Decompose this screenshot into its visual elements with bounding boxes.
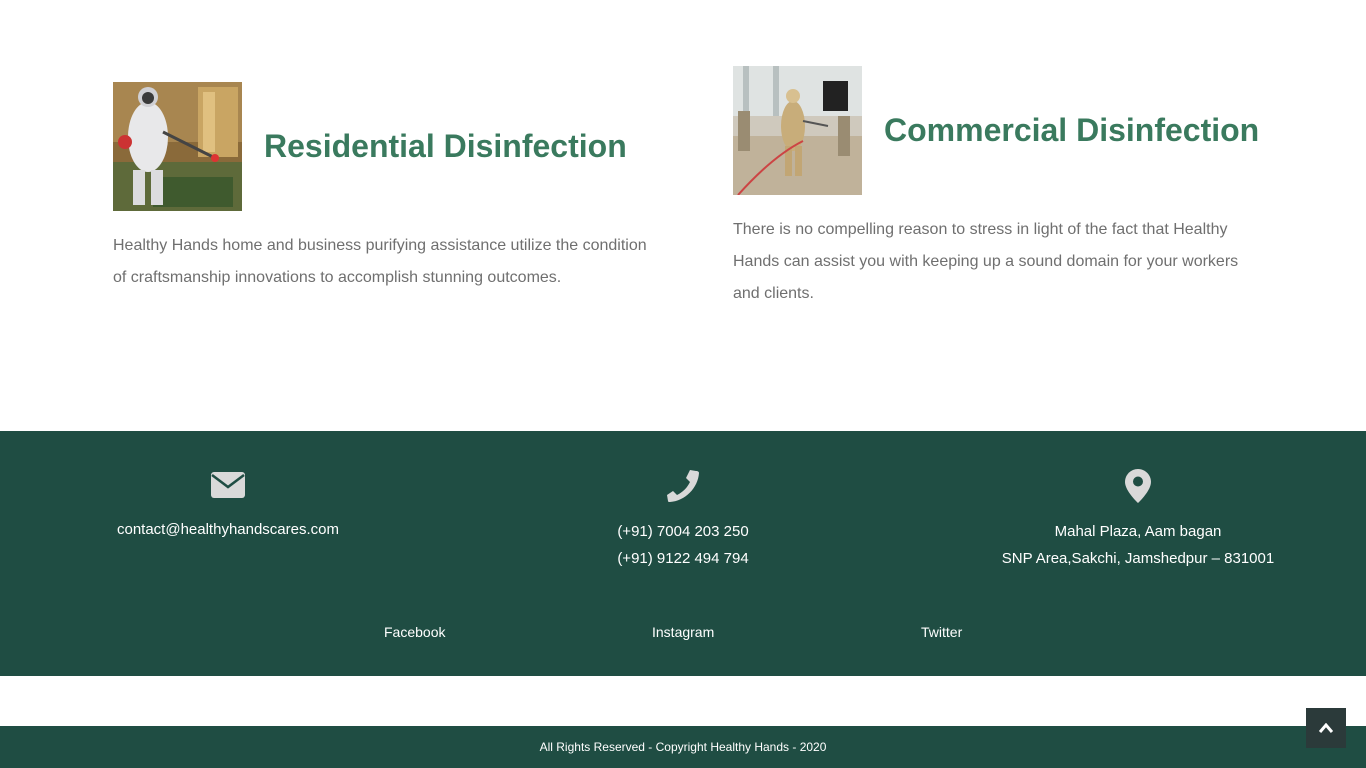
scroll-to-top-button[interactable]: [1306, 708, 1346, 748]
service-commercial: Commercial Disinfection There is no comp…: [733, 66, 1273, 316]
address-line-1: Mahal Plaza, Aam bagan: [1054, 523, 1222, 540]
contact-footer: contact@healthyhandscares.com (+91) 7004…: [0, 431, 1366, 676]
facebook-link[interactable]: Facebook: [384, 624, 445, 640]
contact-phone: (+91) 7004 203 250 (+91) 9122 494 794: [533, 469, 833, 572]
contact-address: Mahal Plaza, Aam bagan SNP Area,Sakchi, …: [988, 469, 1288, 572]
email-address[interactable]: contact@healthyhandscares.com: [78, 516, 378, 543]
service-description: There is no compelling reason to stress …: [733, 221, 1239, 302]
footer-spacer: [0, 676, 1366, 726]
commercial-disinfection-photo: [733, 66, 862, 195]
instagram-link[interactable]: Instagram: [652, 624, 714, 640]
chevron-up-icon: [1318, 721, 1334, 736]
phone-icon: [533, 469, 833, 508]
contact-email: contact@healthyhandscares.com: [78, 469, 378, 543]
copyright-bar: All Rights Reserved - Copyright Healthy …: [0, 726, 1366, 768]
residential-disinfection-photo: [113, 82, 242, 211]
copyright-text: All Rights Reserved - Copyright Healthy …: [539, 740, 827, 754]
twitter-link[interactable]: Twitter: [921, 624, 962, 640]
address-line-2: SNP Area,Sakchi, Jamshedpur – 831001: [1001, 550, 1275, 567]
map-marker-icon: [988, 469, 1288, 508]
service-description: Healthy Hands home and business purifyin…: [113, 237, 647, 286]
phone-number-2[interactable]: (+91) 9122 494 794: [533, 545, 833, 572]
service-title: Residential Disinfection: [264, 128, 627, 164]
service-residential: Residential Disinfection Healthy Hands h…: [113, 82, 653, 302]
services-section: Residential Disinfection Healthy Hands h…: [0, 0, 1366, 431]
service-title: Commercial Disinfection: [884, 112, 1260, 148]
phone-number-1[interactable]: (+91) 7004 203 250: [533, 518, 833, 545]
envelope-icon: [78, 469, 378, 505]
